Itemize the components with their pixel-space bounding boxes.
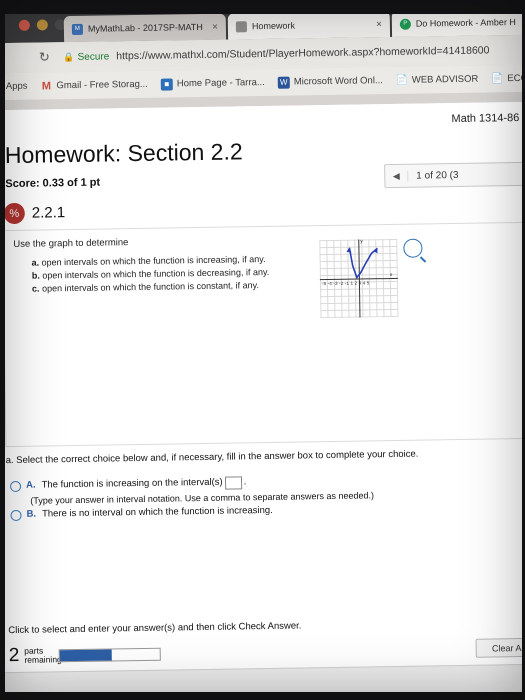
radio-button-b[interactable] xyxy=(10,509,22,522)
question-box: Use the graph to determine a. open inter… xyxy=(2,221,525,448)
question-subparts: a. open intervals on which the function … xyxy=(31,253,270,296)
choice-text: There is no interval on which the functi… xyxy=(41,504,273,520)
choice-b[interactable]: B. There is no interval on which the fun… xyxy=(10,503,374,522)
bookmark-gmail[interactable]: M Gmail - Free Storag... xyxy=(40,78,148,92)
bookmark-label: WEB ADVISOR xyxy=(411,73,479,86)
parts-label-line2: remaining xyxy=(24,654,62,665)
screenshot-root: M MyMathLab - 2017SP-MATH × Homework × P… xyxy=(0,0,525,700)
secure-label: Secure xyxy=(77,50,110,63)
bookmark-label: Home Page - Tarra... xyxy=(176,76,265,90)
choice-trailing: . xyxy=(243,476,247,488)
subpart-label: b. xyxy=(31,270,40,281)
word-icon: W xyxy=(277,76,290,89)
tab-mymathlab[interactable]: M MyMathLab - 2017SP-MATH × xyxy=(63,13,227,43)
subpart-text: open intervals on which the function is … xyxy=(41,254,266,268)
subpart-label: c. xyxy=(31,283,40,294)
browser-window: M MyMathLab - 2017SP-MATH × Homework × P… xyxy=(0,1,525,700)
browser-chrome: M MyMathLab - 2017SP-MATH × Homework × P… xyxy=(0,1,525,111)
question-header: % 2.2.1 xyxy=(3,202,66,225)
magnifier-icon[interactable] xyxy=(403,238,423,258)
close-icon[interactable]: × xyxy=(206,21,218,32)
homework-icon xyxy=(235,20,247,32)
url-text[interactable]: https://www.mathxl.com/Student/PlayerHom… xyxy=(116,44,489,62)
bookmark-label: Apps xyxy=(5,80,28,93)
answer-input-box[interactable] xyxy=(224,476,242,490)
page-title: Homework: Section 2.2 xyxy=(4,138,243,169)
bookmark-label: Gmail - Free Storag... xyxy=(56,78,148,92)
choice-letter: B. xyxy=(26,508,37,520)
clear-all-button[interactable]: Clear A xyxy=(475,637,525,658)
part-a-question: a. Select the correct choice below and, … xyxy=(5,448,419,467)
progress-bar xyxy=(58,647,161,663)
parabola-curve xyxy=(346,247,378,280)
bookmark-word[interactable]: W Microsoft Word Onl... xyxy=(277,75,383,89)
percent-score-icon: % xyxy=(3,202,25,225)
tab-label: Do Homework - Amber H xyxy=(415,17,516,29)
x-axis-label: x xyxy=(389,272,393,279)
window-controls[interactable] xyxy=(18,19,66,31)
homework-page: Math 1314-86 Homework: Section 2.2 Score… xyxy=(0,101,525,700)
gmail-icon: M xyxy=(41,79,52,92)
reload-icon[interactable]: ↻ xyxy=(33,49,55,65)
function-graph[interactable]: y x -5 -4 -3 -2 -1 1 2 3 4 5 xyxy=(319,238,399,319)
photo-edge-left xyxy=(0,0,5,700)
tab-label: Homework xyxy=(251,20,295,32)
y-axis-label: y xyxy=(360,238,363,245)
tab-homework[interactable]: Homework × xyxy=(227,11,391,40)
security-indicator: 🔒 Secure xyxy=(63,51,109,63)
choice-text: The function is increasing on the interv… xyxy=(41,476,223,491)
question-number: 2.2.1 xyxy=(31,204,66,222)
homepage-icon: ■ xyxy=(160,77,173,91)
question-prompt: Use the graph to determine xyxy=(13,237,129,250)
photo-edge-top xyxy=(0,0,525,14)
close-window-button[interactable] xyxy=(18,19,30,31)
x-tick-labels: -5 -4 -3 -2 -1 1 2 3 4 5 xyxy=(321,280,370,287)
tab-label: MyMathLab - 2017SP-MATH xyxy=(87,21,203,34)
parts-label: parts remaining xyxy=(24,645,62,666)
course-label: Math 1314-86 xyxy=(451,112,520,126)
question-pager[interactable]: ◀ 1 of 20 (3 xyxy=(384,161,525,189)
subpart-label: a. xyxy=(31,257,40,268)
photo-edge-bottom xyxy=(0,692,525,700)
lock-icon: 🔒 xyxy=(63,51,75,62)
bookmark-econ[interactable]: 📄 ECON xyxy=(491,72,525,85)
minimize-window-button[interactable] xyxy=(36,19,48,31)
parts-remaining: 2 parts remaining xyxy=(9,644,62,667)
bookmark-label: Microsoft Word Onl... xyxy=(293,75,383,88)
choice-letter: A. xyxy=(25,479,36,491)
subpart-c: c. open intervals on which the function … xyxy=(32,279,270,296)
previous-question-icon[interactable]: ◀ xyxy=(385,170,409,182)
instruction-note: Click to select and enter your answer(s)… xyxy=(8,620,302,637)
document-icon: 📄 xyxy=(491,73,504,85)
score-text: Score: 0.33 of 1 pt xyxy=(5,176,101,191)
pager-text: 1 of 20 (3 xyxy=(416,169,459,182)
document-icon: 📄 xyxy=(395,74,409,86)
subpart-text: open intervals on which the function is … xyxy=(41,280,260,294)
radio-button-a[interactable] xyxy=(10,480,22,493)
bookmark-web-advisor[interactable]: 📄 WEB ADVISOR xyxy=(396,73,479,86)
close-icon[interactable]: × xyxy=(370,19,382,30)
pearson-icon: P xyxy=(399,18,411,30)
parts-count: 2 xyxy=(8,644,20,667)
mymathlab-icon: M xyxy=(71,23,84,35)
bookmark-homepage[interactable]: ■ Home Page - Tarra... xyxy=(160,76,265,91)
answer-choices[interactable]: A. The function is increasing on the int… xyxy=(10,474,374,524)
